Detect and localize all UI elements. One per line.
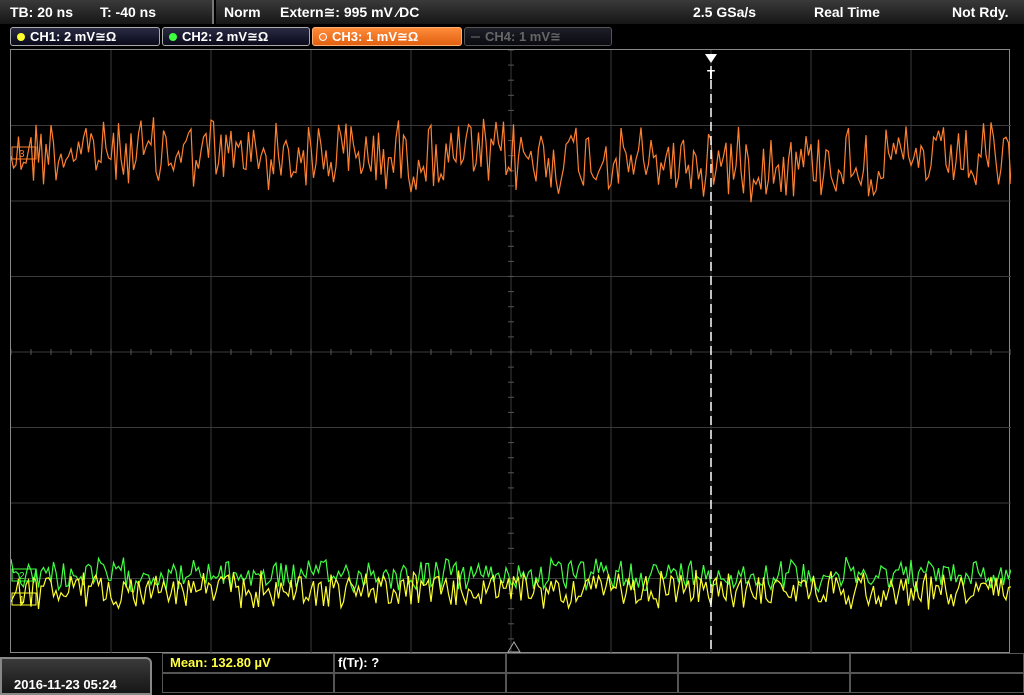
bottom-bar: 2016-11-23 05:24 Mean: 132.80 µV f(Tr): … [0, 653, 1024, 695]
ch2-marker-label: 2 [19, 571, 25, 582]
waveform-display[interactable]: T 3 2 1 [10, 49, 1011, 654]
measurement-cell-9[interactable] [678, 673, 850, 693]
acquisition-panel[interactable]: Norm Extern≅: 995 mV ⁄DC 2.5 GSa/s Real … [216, 0, 1024, 24]
sample-rate: 2.5 GSa/s [693, 4, 757, 20]
measurement-panel[interactable]: Mean: 132.80 µV f(Tr): ? [162, 653, 1024, 695]
ch1-label: CH1: 2 mV≅Ω [30, 29, 117, 44]
timebase-readout: TB: 20 ns [10, 4, 74, 20]
trigger-arrow-icon[interactable] [705, 54, 717, 63]
timebase-panel[interactable]: TB: 20 ns T: -40 ns [0, 0, 214, 24]
horizontal-position-icon [507, 641, 521, 653]
measurement-cell-3[interactable] [506, 653, 678, 673]
acquisition-mode: Real Time [814, 4, 880, 20]
trigger-mode: Norm [224, 4, 261, 20]
waveform-canvas: T 3 2 1 [11, 50, 1011, 654]
tab-ch1[interactable]: CH1: 2 mV≅Ω [10, 27, 160, 46]
measurement-ftr: f(Tr): ? [338, 655, 380, 670]
measurement-cell-7[interactable] [334, 673, 506, 693]
ch2-dot-icon [169, 32, 177, 41]
ch1-dot-icon [17, 32, 25, 41]
top-status-bar: TB: 20 ns T: -40 ns Norm Extern≅: 995 mV… [0, 0, 1024, 24]
status-readout: Not Rdy. [952, 4, 1009, 20]
ch4-label: CH4: 1 mV≅ [485, 29, 561, 44]
measurement-cell-5[interactable] [850, 653, 1024, 673]
trigger-time-readout: T: -40 ns [100, 4, 157, 20]
measurement-cell-6[interactable] [162, 673, 334, 693]
measurement-cell-4[interactable] [678, 653, 850, 673]
measurement-mean: Mean: 132.80 µV [170, 655, 271, 670]
tab-ch4[interactable]: CH4: 1 mV≅ [464, 27, 612, 46]
ch4-dash-icon [471, 35, 480, 38]
ch2-label: CH2: 2 mV≅Ω [182, 29, 269, 44]
measurement-cell-10[interactable] [850, 673, 1024, 693]
ch3-label: CH3: 1 mV≅Ω [332, 29, 419, 44]
measurement-cell-8[interactable] [506, 673, 678, 693]
channel-tabs: CH1: 2 mV≅Ω CH2: 2 mV≅Ω CH3: 1 mV≅Ω CH4:… [0, 26, 1024, 48]
ch1-marker-label: 1 [19, 595, 25, 606]
graticule [11, 50, 1011, 654]
trigger-marker-label: T [707, 67, 715, 82]
trigger-source: Extern≅: 995 mV ⁄DC [280, 4, 420, 20]
tab-ch2[interactable]: CH2: 2 mV≅Ω [162, 27, 310, 46]
ch3-dot-icon [319, 32, 327, 41]
datetime-readout: 2016-11-23 05:24 [14, 677, 117, 692]
tab-ch3[interactable]: CH3: 1 mV≅Ω [312, 27, 462, 46]
ch3-marker-label: 3 [19, 149, 25, 160]
datetime-panel: 2016-11-23 05:24 [0, 657, 152, 695]
